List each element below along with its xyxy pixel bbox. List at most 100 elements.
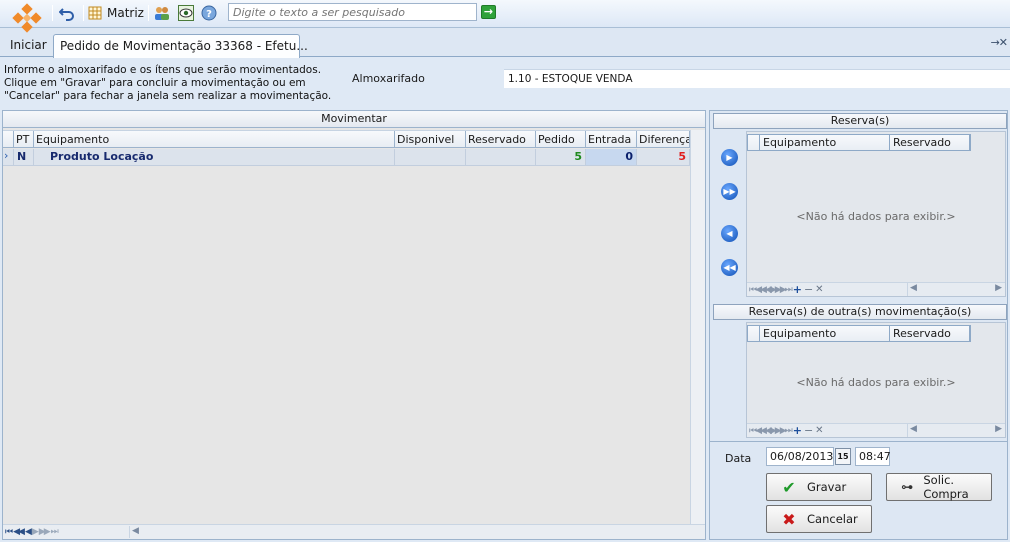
users-icon[interactable] [152, 3, 172, 23]
matriz-button[interactable]: Matriz [88, 3, 144, 23]
cell-pedido[interactable]: 5 [536, 149, 586, 165]
reservas-horizontal-scrollbar[interactable]: ◀ ▶ [907, 283, 1004, 296]
outras-reservas-navigator: ⏮◀◀◀▶▶▶⏭ + − ✕ ◀ ▶ [747, 423, 1005, 437]
gravar-button[interactable]: ✔ Gravar [766, 473, 872, 501]
move-right-icon[interactable]: ▶ [721, 149, 738, 166]
nav-next-icon[interactable]: ▶ [32, 527, 39, 537]
column-header-equipamento[interactable]: Equipamento [34, 131, 395, 147]
remove-record-icon[interactable]: − [804, 283, 813, 296]
reservas-grid: Equipamento Reservado <Não há dados para… [746, 131, 1006, 297]
time-input[interactable]: 08:47 [855, 447, 891, 466]
solic-compra-label: Solic. Compra [923, 473, 969, 501]
almoxarifado-label: Almoxarifado [338, 69, 504, 93]
column-header-equipamento[interactable]: Equipamento [760, 326, 890, 341]
nav-first-icon[interactable]: ⏮◀◀◀▶▶▶⏭ [749, 426, 793, 436]
column-header-reservado[interactable]: Reservado [890, 135, 970, 150]
movimentar-panel: Movimentar PT Equipamento Disponivel Res… [2, 110, 706, 540]
cancelar-label: Cancelar [807, 512, 858, 526]
empty-message: <Não há dados para exibir.> [796, 376, 956, 389]
grid-navigator: ⏮ ◀◀ ◀ ▶ ▶▶ ⏭ ◀ [3, 524, 705, 539]
row-indicator-header [748, 326, 760, 341]
scroll-left-icon[interactable]: ◀ [132, 526, 139, 536]
toolbar-separator [52, 5, 53, 21]
reservas-navigator: ⏮◀◀◀▶▶▶⏭ + − ✕ ◀ ▶ [747, 282, 1005, 296]
cancel-record-icon[interactable]: ✕ [815, 425, 823, 436]
nav-prev-icon[interactable]: ◀ [25, 527, 32, 537]
grid-horizontal-scrollbar[interactable]: ◀ [129, 526, 703, 538]
movimentar-title: Movimentar [3, 111, 705, 128]
cancelar-button[interactable]: ✖ Cancelar [766, 505, 872, 533]
scroll-right-icon[interactable]: ▶ [995, 424, 1002, 434]
search-input[interactable] [228, 3, 477, 21]
move-left-icon[interactable]: ◀ [721, 225, 738, 242]
column-header-disponivel[interactable]: Disponivel [395, 131, 466, 147]
nav-last-icon[interactable]: ⏭ [51, 527, 59, 537]
movimentar-grid-header: PT Equipamento Disponivel Reservado Pedi… [3, 130, 690, 148]
reservas-grid-header: Equipamento Reservado [747, 134, 971, 151]
tab-close-icon[interactable]: →✕ [991, 36, 1008, 49]
search-go-button[interactable]: → [481, 5, 496, 19]
toolbar-separator [148, 5, 149, 21]
add-record-icon[interactable]: + [793, 424, 802, 437]
almoxarifado-field[interactable]: 1.10 - ESTOQUE VENDA [504, 69, 1010, 88]
calendar-icon[interactable]: 15 [835, 448, 851, 465]
cell-entrada[interactable]: 0 [586, 149, 637, 165]
hierarchy-icon: ⊶ [901, 480, 914, 494]
matriz-label: Matriz [107, 6, 144, 20]
column-header-diferenca[interactable]: Diferença [637, 131, 690, 147]
scroll-right-icon[interactable]: ▶ [995, 283, 1002, 293]
nav-next-page-icon[interactable]: ▶▶ [39, 527, 51, 537]
column-header-entrada[interactable]: Entrada [586, 131, 637, 147]
gravar-label: Gravar [807, 480, 847, 494]
cell-equipamento[interactable]: Produto Locação [34, 149, 395, 165]
svg-text:?: ? [206, 9, 212, 20]
column-header-reservado[interactable]: Reservado [890, 326, 970, 341]
remove-record-icon[interactable]: − [804, 424, 813, 437]
tab-iniciar[interactable]: Iniciar [4, 34, 50, 57]
cell-pt[interactable]: N [14, 149, 34, 165]
column-header-reservado[interactable]: Reservado [466, 131, 536, 147]
app-logo-icon[interactable] [10, 2, 44, 36]
row-indicator-header [3, 131, 14, 147]
nav-first-icon[interactable]: ⏮◀◀◀▶▶▶⏭ [749, 285, 793, 295]
row-indicator-header [748, 135, 760, 150]
tab-strip: Iniciar Pedido de Movimentação 33368 - E… [0, 28, 1010, 58]
column-header-equipamento[interactable]: Equipamento [760, 135, 890, 150]
toolbar-separator [83, 5, 84, 21]
cancel-record-icon[interactable]: ✕ [815, 284, 823, 295]
instructions-text: Informe o almoxarifado e os ítens que se… [4, 64, 332, 102]
cell-reservado[interactable] [466, 149, 536, 165]
cell-diferenca[interactable]: 5 [637, 149, 690, 165]
nav-first-icon[interactable]: ⏮ [5, 527, 13, 537]
reservas-title: Reserva(s) [713, 113, 1007, 129]
outras-reservas-grid: Equipamento Reservado <Não há dados para… [746, 322, 1006, 438]
data-label: Data [725, 452, 752, 465]
tab-pedido-movimentacao[interactable]: Pedido de Movimentação 33368 - Efetu... [53, 34, 308, 58]
column-header-pedido[interactable]: Pedido [536, 131, 586, 147]
move-all-right-icon[interactable]: ▶▶ [721, 183, 738, 200]
view-eye-icon[interactable] [176, 3, 196, 23]
row-selected-icon: › [3, 149, 14, 165]
grid-icon [88, 6, 102, 20]
outras-reservas-title: Reserva(s) de outra(s) movimentação(s) [713, 304, 1007, 320]
column-header-pt[interactable]: PT [14, 131, 34, 147]
nav-prev-page-icon[interactable]: ◀◀ [13, 527, 25, 537]
undo-icon[interactable] [57, 3, 77, 23]
empty-message: <Não há dados para exibir.> [796, 210, 956, 223]
reservas-panel: Reserva(s) ▶ ▶▶ ◀ ◀◀ Equipamento Reserva… [709, 110, 1008, 540]
date-input[interactable]: 06/08/2013 [766, 447, 834, 466]
checkmark-icon: ✔ [782, 477, 796, 497]
scroll-left-icon[interactable]: ◀ [910, 283, 917, 293]
outras-reservas-grid-header: Equipamento Reservado [747, 325, 971, 342]
cancel-x-icon: ✖ [782, 509, 796, 529]
main-toolbar: Matriz ? → [0, 0, 1010, 33]
add-record-icon[interactable]: + [793, 283, 802, 296]
help-icon[interactable]: ? [199, 3, 219, 23]
solic-compra-button[interactable]: ⊶ Solic. Compra [886, 473, 992, 501]
outras-reservas-horizontal-scrollbar[interactable]: ◀ ▶ [907, 424, 1004, 437]
scroll-left-icon[interactable]: ◀ [910, 424, 917, 434]
move-all-left-icon[interactable]: ◀◀ [721, 259, 738, 276]
cell-disponivel[interactable] [395, 149, 466, 165]
grid-vertical-scrollbar[interactable] [690, 130, 705, 524]
table-row[interactable]: › N Produto Locação 5 0 5 [3, 149, 690, 166]
